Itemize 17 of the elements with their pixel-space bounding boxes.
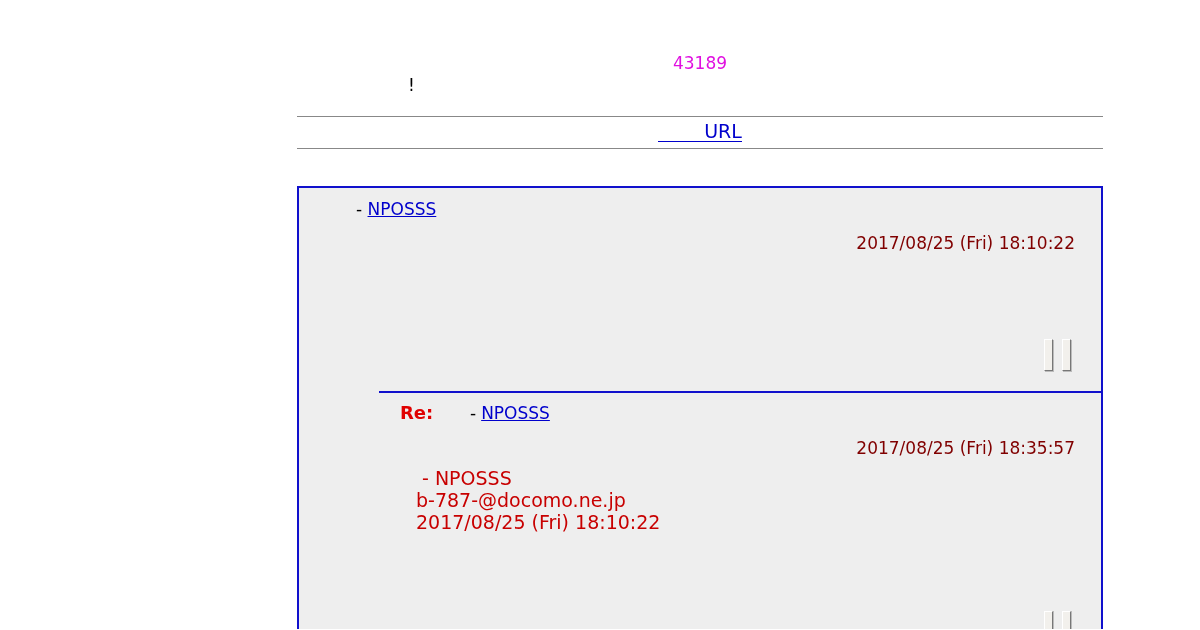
reply-prefix: Re:: [399, 402, 435, 424]
post-date: 2017/08/25 (Fri) 18:35:57: [856, 438, 1075, 458]
narrow-button[interactable]: [1044, 611, 1053, 629]
narrow-button[interactable]: [1062, 611, 1071, 629]
dash-text: -: [356, 199, 364, 219]
author-link[interactable]: NPOSSS: [367, 199, 437, 219]
url-link[interactable]: URL: [658, 121, 742, 142]
post-date: 2017/08/25 (Fri) 18:10:22: [856, 233, 1075, 253]
quoted-line: - NPOSSS: [422, 467, 512, 489]
author-link[interactable]: NPOSSS: [481, 402, 550, 424]
counter-text: 43189: [672, 53, 728, 73]
narrow-button[interactable]: [1062, 339, 1071, 371]
quoted-line: 2017/08/25 (Fri) 18:10:22: [416, 511, 661, 533]
notice-text: !: [408, 75, 415, 95]
quoted-line: b-787-@docomo.ne.jp: [416, 489, 626, 511]
dash-text: -: [470, 402, 478, 424]
narrow-button[interactable]: [1044, 339, 1053, 371]
